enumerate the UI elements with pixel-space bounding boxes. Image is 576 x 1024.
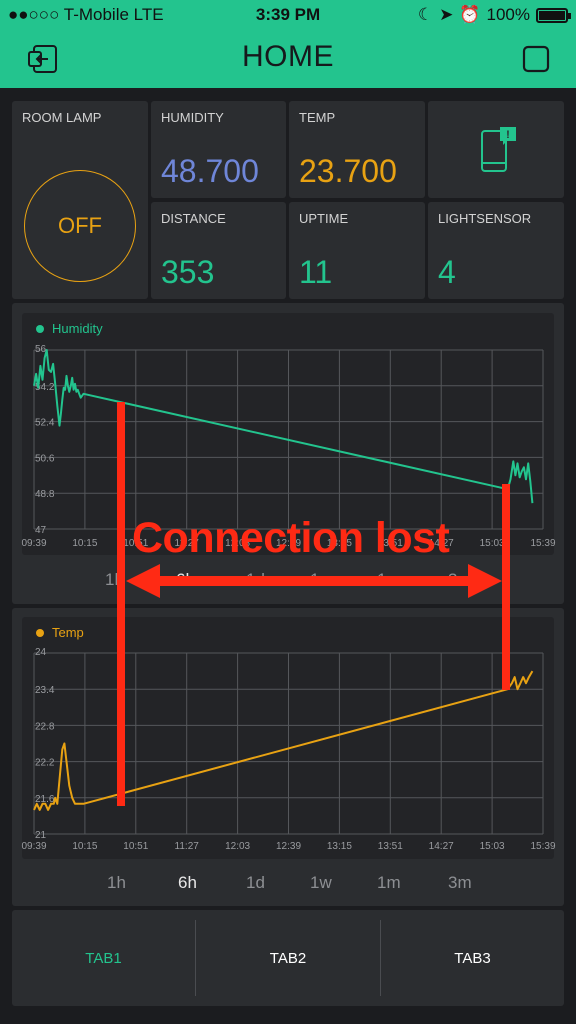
tab-bar: TAB1 TAB2 TAB3	[12, 910, 564, 1006]
x-tick-label: 12:03	[225, 841, 250, 852]
y-tick-label: 24	[35, 647, 47, 658]
tab-2[interactable]: TAB2	[196, 910, 380, 1006]
tab-1[interactable]: TAB1	[12, 910, 195, 1006]
x-tick-label: 13:51	[378, 841, 403, 852]
x-tick-label: 15:03	[480, 841, 505, 852]
y-tick-label: 22.2	[35, 758, 55, 769]
connection-lost-label: Connection lost	[132, 514, 450, 562]
temp-chart: 2423.422.822.221.62109:39 10:15 10:51 11:27…	[21, 647, 555, 852]
y-tick-label: 21	[35, 830, 47, 841]
range-6h[interactable]: 6h	[178, 873, 197, 893]
range-1h[interactable]: 1h	[107, 873, 126, 893]
y-tick-label: 22.8	[35, 721, 55, 732]
range-1w[interactable]: 1w	[310, 873, 332, 893]
x-tick-label: 11:27	[175, 841, 200, 852]
x-tick-label: 10:51	[123, 841, 148, 852]
x-tick-label: 15:39	[530, 841, 555, 852]
y-tick-label: 23.4	[35, 685, 55, 696]
x-tick-label: 12:39	[276, 841, 301, 852]
x-tick-label: 13:15	[327, 841, 352, 852]
x-tick-label: 10:15	[72, 841, 97, 852]
x-tick-label: 14:27	[429, 841, 454, 852]
x-tick-label: 09:39	[21, 841, 46, 852]
series-line-temp	[33, 670, 534, 811]
range-3m[interactable]: 3m	[448, 873, 472, 893]
tab-3[interactable]: TAB3	[381, 910, 564, 1006]
range-1m[interactable]: 1m	[377, 873, 401, 893]
range-1d[interactable]: 1d	[246, 873, 265, 893]
